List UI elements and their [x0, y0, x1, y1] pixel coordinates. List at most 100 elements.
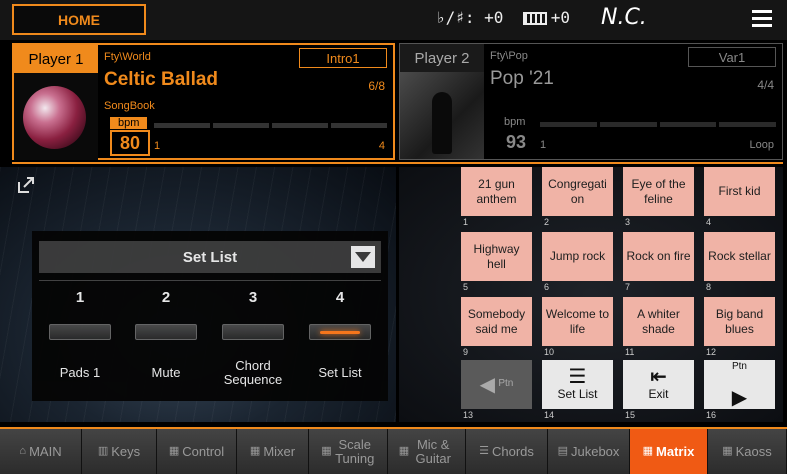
- matrix-pad-10[interactable]: Welcome to life 10: [542, 297, 613, 357]
- pad-label: Jump rock: [542, 232, 613, 281]
- matrix-pad-14-setlist[interactable]: ☰ Set List 14: [542, 360, 613, 420]
- setlist-panel: Set List 1 Pads 1 2 Mute 3 Chord Sequenc…: [0, 167, 396, 422]
- setlist-slot-4[interactable]: 4 Set List: [297, 289, 383, 395]
- player-2-progress-bars: [540, 122, 776, 127]
- pad-number: 11: [625, 347, 635, 357]
- slot-number: 4: [335, 289, 345, 306]
- chevron-down-icon[interactable]: [351, 246, 375, 268]
- bottom-tab-bar: ⌂ MAIN ▥ Keys ▦ Control ▦ Mixer ▦ Scale Tunin…: [0, 427, 787, 474]
- pad-label: Eye of the feline: [623, 167, 694, 216]
- tab-mixer[interactable]: ▦ Mixer: [237, 429, 309, 474]
- player-1-label[interactable]: Player 1: [14, 45, 98, 73]
- divider: [39, 280, 381, 281]
- player-1-source: SongBook: [104, 100, 155, 112]
- player-2-bpm-value[interactable]: 93: [496, 129, 536, 155]
- matrix-pad-7[interactable]: Rock on fire 7: [623, 232, 694, 292]
- pad-number: 15: [625, 410, 636, 420]
- pad-number: 13: [463, 410, 474, 420]
- slot-button-active[interactable]: [309, 324, 371, 340]
- tab-mic-guitar[interactable]: ▦ Mic & Guitar: [388, 429, 466, 474]
- player-1-style-path: Fty\World: [104, 51, 151, 63]
- pad-number: 7: [625, 282, 631, 292]
- pad-number: 8: [706, 282, 712, 292]
- pad-label: A whiter shade: [623, 297, 694, 346]
- matrix-pad-11[interactable]: A whiter shade 11: [623, 297, 694, 357]
- setlist-dropdown[interactable]: Set List: [39, 241, 381, 273]
- home-button[interactable]: HOME: [12, 4, 146, 35]
- tab-keys[interactable]: ▥ Keys: [82, 429, 157, 474]
- player-2-label[interactable]: Player 2: [400, 44, 484, 72]
- slot-label: Mute: [151, 364, 181, 380]
- matrix-pad-16-next-pattern[interactable]: Ptn ▶ 16: [704, 360, 775, 420]
- pad-number: 3: [625, 217, 631, 227]
- pad-label: Ptn: [731, 360, 747, 372]
- matrix-pad-2[interactable]: Congregati on 2: [542, 167, 613, 227]
- pad-face: Ptn ▶: [704, 360, 775, 409]
- matrix-pad-13-prev-pattern[interactable]: ◀ Ptn 13: [461, 360, 532, 420]
- mixer-icon: ▦: [249, 444, 261, 457]
- setlist-slot-2[interactable]: 2 Mute: [123, 289, 209, 395]
- exit-icon: ⇤: [650, 366, 667, 388]
- player-1-bpm-value[interactable]: 80: [110, 130, 150, 156]
- matrix-pad-3[interactable]: Eye of the feline 3: [623, 167, 694, 227]
- tab-label: Scale Tuning: [335, 436, 375, 466]
- arrow-left-icon: ◀: [479, 373, 496, 396]
- setlist-slot-3[interactable]: 3 Chord Sequence: [210, 289, 296, 395]
- pad-label: First kid: [704, 167, 775, 216]
- kaoss-icon: ▦: [722, 444, 733, 457]
- matrix-pad-4[interactable]: First kid 4: [704, 167, 775, 227]
- matrix-pad-15-exit[interactable]: ⇤ Exit 15: [623, 360, 694, 420]
- slot-number: 3: [248, 289, 258, 306]
- divider: [12, 162, 783, 164]
- setlist-dropdown-value: Set List: [182, 248, 238, 266]
- chord-display: N.C.: [601, 5, 647, 30]
- tab-jukebox[interactable]: ▤ Jukebox: [548, 429, 630, 474]
- tab-scale-tuning[interactable]: ▦ Scale Tuning: [309, 429, 388, 474]
- player-1-song-name[interactable]: Celtic Ballad: [104, 69, 218, 91]
- setlist-box: Set List 1 Pads 1 2 Mute 3 Chord Sequenc…: [32, 231, 388, 401]
- tab-kaoss[interactable]: ▦ Kaoss: [708, 429, 787, 474]
- pad-face: ⇤ Exit: [623, 360, 694, 409]
- tab-label: Chords: [491, 443, 534, 459]
- slot-button[interactable]: [135, 324, 197, 340]
- tab-label: Mic & Guitar: [415, 436, 451, 466]
- matrix-pad-8[interactable]: Rock stellar 8: [704, 232, 775, 292]
- top-bar: HOME ♭/♯: +0 +0 N.C.: [0, 0, 787, 40]
- singer-artwork: [432, 92, 452, 154]
- slot-label: Set List: [318, 364, 362, 380]
- hamburger-menu-icon[interactable]: [752, 10, 772, 28]
- globe-artwork: [23, 86, 86, 149]
- tab-matrix[interactable]: ▦ Matrix: [630, 429, 708, 474]
- player-1-bpm-label: bpm: [110, 117, 148, 129]
- pad-number: 6: [544, 282, 550, 292]
- slot-button[interactable]: [49, 324, 111, 340]
- pad-label: Exit: [648, 387, 669, 401]
- matrix-pad-9[interactable]: Somebody said me 9: [461, 297, 532, 357]
- player-2-panel[interactable]: Player 2 Fty\Pop Var1 Pop '21 4/4 bpm 93…: [399, 43, 783, 160]
- pad-number: 16: [706, 410, 717, 420]
- player-1-panel[interactable]: Player 1 Fty\World Intro1 Celtic Ballad …: [12, 43, 395, 160]
- tab-control[interactable]: ▦ Control: [157, 429, 237, 474]
- setlist-slot-1[interactable]: 1 Pads 1: [37, 289, 123, 395]
- player-2-song-name[interactable]: Pop '21: [490, 68, 554, 90]
- player-1-bar-start: 1: [154, 140, 161, 152]
- expand-icon[interactable]: [16, 175, 36, 195]
- transpose-display[interactable]: ♭/♯: +0 +0: [436, 8, 570, 27]
- matrix-pad-1[interactable]: 21 gun anthem 1: [461, 167, 532, 227]
- player-1-progress-bars: [154, 123, 387, 128]
- pad-label: Congregati on: [542, 167, 613, 216]
- tab-chords[interactable]: ☰ Chords: [466, 429, 548, 474]
- pad-label: Rock on fire: [623, 232, 694, 281]
- player-2-bar-start: 1: [540, 139, 547, 151]
- octave-value: +0: [550, 8, 570, 27]
- home-icon: ⌂: [19, 444, 27, 457]
- matrix-pad-5[interactable]: Highway hell 5: [461, 232, 532, 292]
- matrix-pad-12[interactable]: Big band blues 12: [704, 297, 775, 357]
- tab-label: Mixer: [263, 443, 296, 459]
- player-2-artwork: [400, 72, 484, 159]
- tab-main[interactable]: ⌂ MAIN: [0, 429, 82, 474]
- slot-button[interactable]: [222, 324, 284, 340]
- matrix-pad-6[interactable]: Jump rock 6: [542, 232, 613, 292]
- player-1-artwork: [14, 73, 98, 160]
- pad-face: ◀ Ptn: [461, 360, 532, 409]
